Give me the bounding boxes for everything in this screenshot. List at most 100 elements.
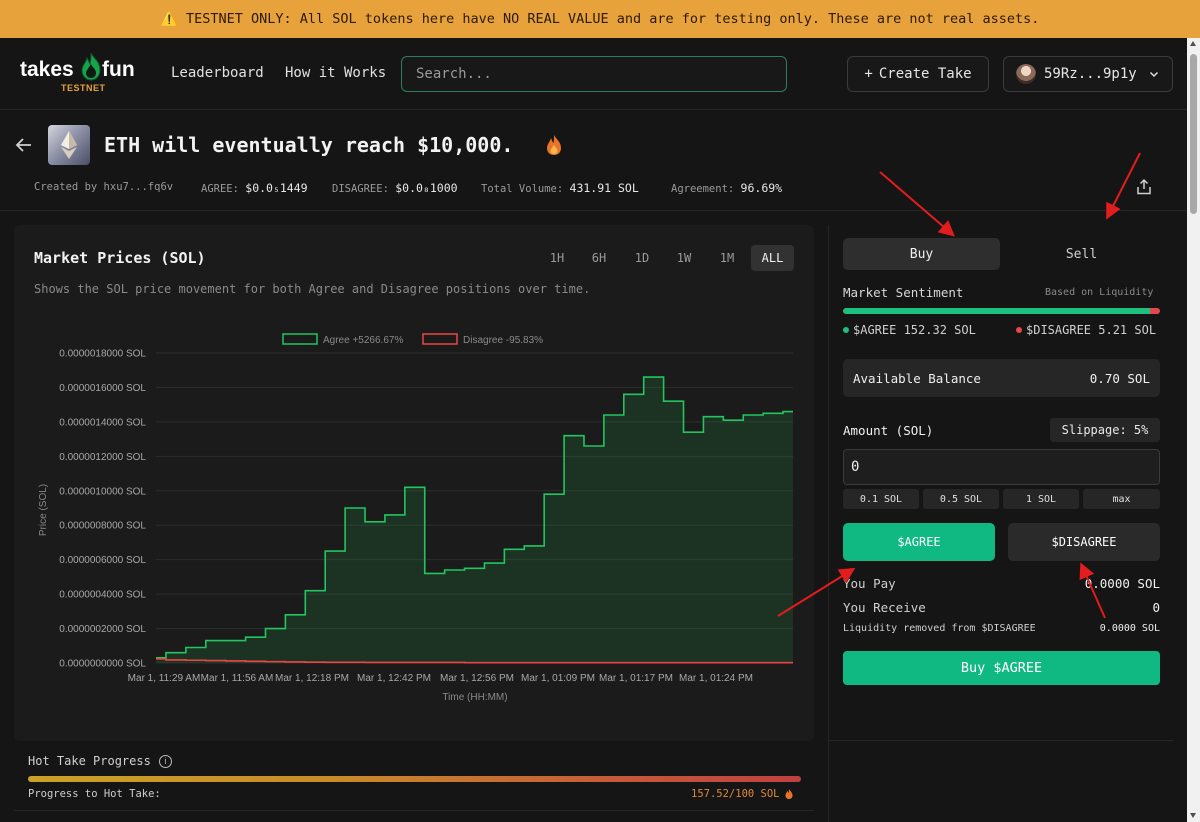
logo-word-left: takes [20, 58, 74, 81]
progress-divider [14, 810, 814, 811]
disagree-side-button[interactable]: $DISAGREE [1008, 523, 1160, 561]
agree-dot-icon [843, 327, 849, 333]
timeframe-all[interactable]: ALL [751, 245, 794, 271]
market-sentiment-label: Market Sentiment [843, 285, 964, 300]
available-balance: Available Balance 0.70 SOL [843, 359, 1160, 397]
y-tick-label: 0.0000002000 SOL [59, 624, 146, 635]
timeframe-1w[interactable]: 1W [669, 245, 699, 271]
wallet-button[interactable]: 59Rz...9p1y [1003, 56, 1173, 92]
y-tick-label: 0.0000018000 SOL [59, 349, 146, 360]
hot-take-progress-bar [28, 776, 801, 782]
create-take-button[interactable]: + Create Take [847, 56, 989, 92]
x-tick-label: Mar 1, 12:42 PM [357, 673, 431, 684]
disagree-price-stat: DISAGREE: $0.0₈1000 [332, 181, 458, 195]
x-tick-label: Mar 1, 01:09 PM [521, 673, 595, 684]
y-tick-label: 0.0000010000 SOL [59, 486, 146, 497]
hot-take-progress-label: Hot Take Progress i [28, 754, 172, 768]
annotation-arrow [879, 171, 956, 237]
quick-amount-max[interactable]: max [1083, 489, 1160, 509]
x-tick-label: Mar 1, 01:17 PM [599, 673, 673, 684]
share-icon[interactable] [1135, 178, 1153, 196]
total-volume-stat: Total Volume: 431.91 SOL [481, 181, 639, 195]
plus-icon: + [864, 66, 873, 82]
avatar [1016, 64, 1036, 84]
info-icon[interactable]: i [158, 754, 172, 768]
flame-logo-icon [81, 52, 101, 81]
amount-input[interactable] [843, 449, 1160, 485]
x-tick-label: Mar 1, 11:56 AM [201, 673, 274, 684]
chart-title: Market Prices (SOL) [34, 249, 206, 267]
y-tick-label: 0.0000012000 SOL [59, 452, 146, 463]
page-title: ETH will eventually reach $10,000. [104, 133, 514, 157]
x-axis-label: Time (HH:MM) [442, 692, 507, 703]
timeframe-1d[interactable]: 1D [627, 245, 657, 271]
page-scrollbar[interactable] [1187, 38, 1200, 822]
y-tick-label: 0.0000008000 SOL [59, 521, 146, 532]
you-pay-row: You Pay 0.0000 SOL [843, 576, 1160, 591]
x-axis-ticks: Mar 1, 11:29 AM Mar 1, 11:56 AM Mar 1, 12:… [128, 673, 753, 684]
liquidity-removed-row: Liquidity removed from $DISAGREE 0.0000 … [843, 623, 1160, 634]
logo-testnet-badge: TESTNET [61, 83, 106, 93]
quick-amount-0-1[interactable]: 0.1 SOL [843, 489, 919, 509]
sentiment-disagree: $DISAGREE 5.21 SOL [1016, 323, 1156, 337]
banner-text: TESTNET ONLY: All SOL tokens here have N… [186, 11, 1040, 27]
y-axis-label: Price (SOL) [38, 484, 49, 536]
create-take-label: Create Take [878, 66, 972, 82]
fire-icon [785, 789, 793, 799]
top-header: takes fun TESTNET Leaderboard How it Wor… [0, 38, 1187, 110]
chart-legend: Agree +5266.67% Disagree -95.83% [282, 333, 543, 346]
take-image [48, 125, 90, 165]
chart-subtitle: Shows the SOL price movement for both Ag… [34, 282, 591, 296]
price-chart[interactable]: Agree +5266.67% Disagree -95.83% 0.000000… [14, 325, 814, 705]
timeframe-6h[interactable]: 6H [584, 245, 614, 271]
nav-how-it-works[interactable]: How it Works [285, 65, 386, 81]
agreement-stat: Agreement: 96.69% [671, 181, 783, 195]
back-arrow-icon[interactable] [14, 135, 34, 155]
quick-amount-1[interactable]: 1 SOL [1003, 489, 1079, 509]
tab-buy[interactable]: Buy [843, 238, 1000, 270]
agree-price-stat: AGREE: $0.0₅1449 [201, 181, 308, 195]
legend-label: Disagree -95.83% [463, 335, 543, 346]
sentiment-bar [843, 308, 1160, 314]
hot-take-progress-value: 157.52/100 SOL [691, 788, 794, 800]
you-receive-row: You Receive 0 [843, 600, 1160, 615]
created-by: Created by hxu7...fq6v [34, 181, 174, 193]
timeframe-1h[interactable]: 1H [542, 245, 572, 271]
x-tick-label: Mar 1, 11:29 AM [128, 673, 201, 684]
ethereum-icon [61, 131, 77, 159]
chart-series [156, 376, 793, 664]
creator-address[interactable]: hxu7...fq6v [104, 181, 174, 193]
logo[interactable]: takes fun TESTNET [20, 52, 140, 96]
disagree-dot-icon [1016, 327, 1022, 333]
wallet-address: 59Rz...9p1y [1044, 66, 1137, 82]
panel-bottom-divider [828, 740, 1173, 741]
y-tick-label: 0.0000006000 SOL [59, 555, 146, 566]
search-input[interactable] [401, 56, 787, 92]
sentiment-note: Based on Liquidity [1045, 287, 1154, 298]
y-tick-label: 0.0000000000 SOL [59, 659, 146, 670]
scroll-up-arrow-icon[interactable] [1190, 41, 1196, 46]
agree-area [156, 377, 793, 663]
y-tick-label: 0.0000014000 SOL [59, 417, 146, 428]
market-prices-card: Market Prices (SOL) Shows the SOL price … [14, 225, 814, 741]
legend-label: Agree +5266.67% [323, 335, 403, 346]
tab-sell[interactable]: Sell [1003, 238, 1160, 270]
agree-side-button[interactable]: $AGREE [843, 523, 995, 561]
progress-to-hot-take-label: Progress to Hot Take: [28, 788, 161, 800]
y-tick-label: 0.0000004000 SOL [59, 590, 146, 601]
buy-agree-button[interactable]: Buy $AGREE [843, 651, 1160, 685]
scrollbar-thumb[interactable] [1190, 54, 1197, 214]
quick-amount-0-5[interactable]: 0.5 SOL [923, 489, 999, 509]
scroll-down-arrow-icon[interactable] [1190, 813, 1196, 818]
timeframe-1m[interactable]: 1M [712, 245, 742, 271]
y-tick-label: 0.0000016000 SOL [59, 383, 146, 394]
panel-divider [828, 225, 829, 822]
fire-icon [547, 135, 561, 155]
nav-leaderboard[interactable]: Leaderboard [171, 65, 264, 81]
x-tick-label: Mar 1, 12:18 PM [275, 673, 349, 684]
slippage-button[interactable]: Slippage: 5% [1050, 418, 1160, 442]
sentiment-agree-fill [843, 308, 1150, 314]
chevron-down-icon [1149, 71, 1158, 78]
sentiment-agree: $AGREE 152.32 SOL [843, 323, 976, 337]
logo-word-right: fun [102, 58, 135, 81]
